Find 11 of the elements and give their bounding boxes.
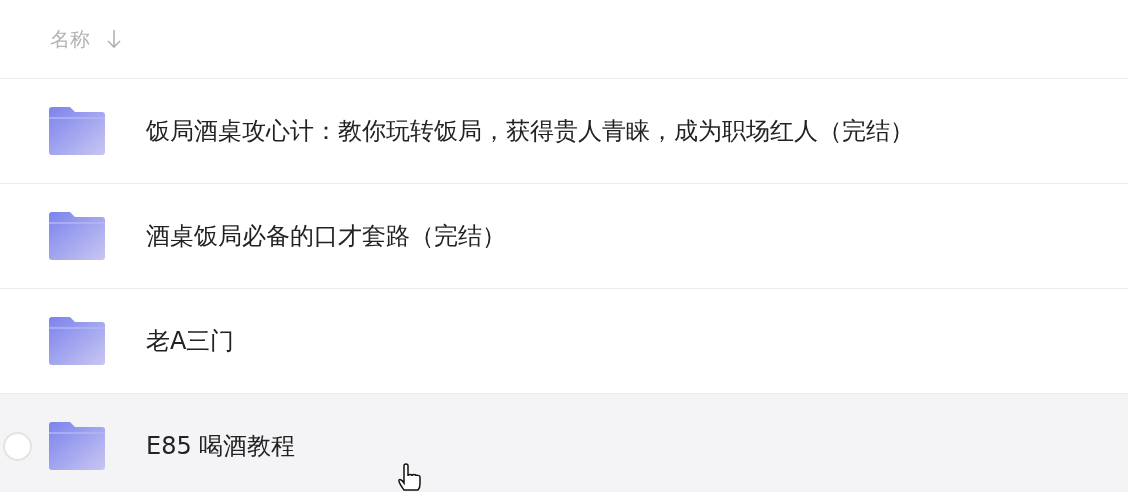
folder-name[interactable]: 酒桌饭局必备的口才套路（完结） bbox=[146, 218, 506, 254]
folder-icon bbox=[49, 107, 105, 155]
folder-name[interactable]: E85 喝酒教程 bbox=[146, 428, 296, 464]
folder-name[interactable]: 老A三门 bbox=[146, 323, 235, 359]
folder-icon bbox=[49, 422, 105, 470]
folder-icon bbox=[49, 317, 105, 365]
select-radio[interactable] bbox=[3, 431, 32, 461]
folder-name[interactable]: 饭局酒桌攻心计：教你玩转饭局，获得贵人青睐，成为职场红人（完结） bbox=[146, 113, 914, 149]
sort-arrow-icon[interactable] bbox=[106, 29, 122, 49]
folder-row[interactable]: E85 喝酒教程 bbox=[0, 394, 1128, 492]
folder-icon bbox=[49, 212, 105, 260]
